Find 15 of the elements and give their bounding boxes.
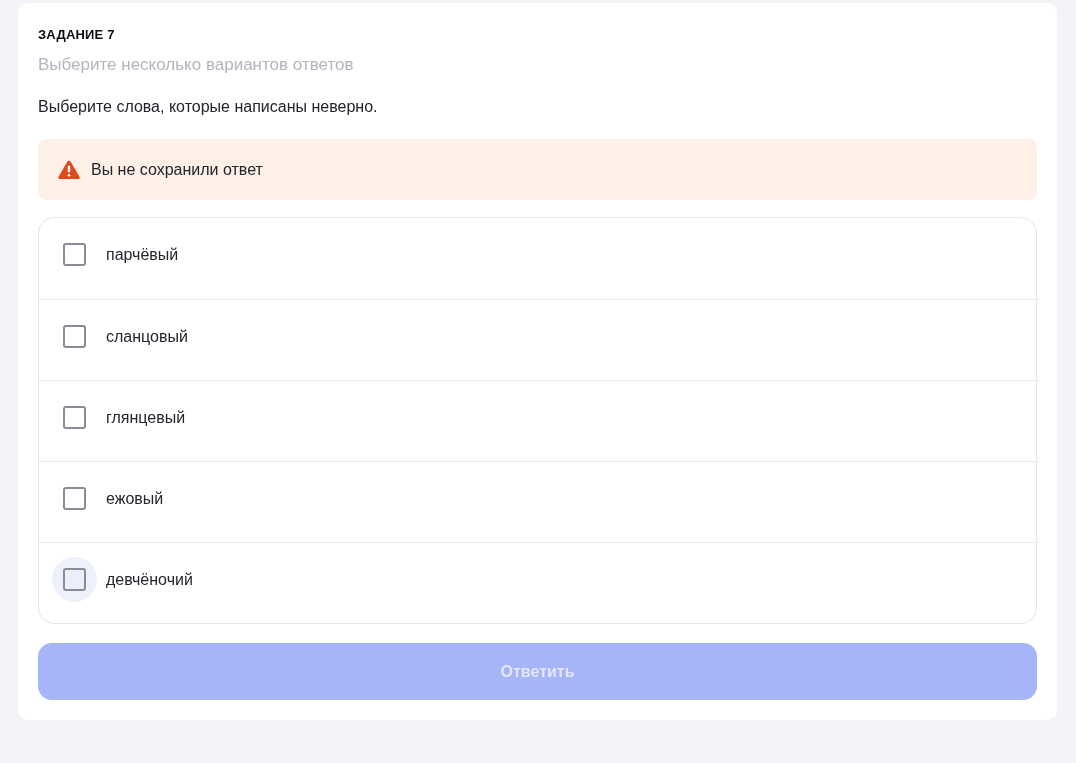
warning-icon: [58, 160, 80, 179]
checkbox[interactable]: [63, 568, 86, 591]
checkbox[interactable]: [63, 325, 86, 348]
warning-text: Вы не сохранили ответ: [91, 160, 263, 179]
task-hint: Выберите несколько вариантов ответов: [38, 54, 355, 76]
checkbox[interactable]: [63, 406, 86, 429]
option-label[interactable]: ежовый: [106, 487, 164, 510]
option-label[interactable]: девчёночий: [106, 568, 193, 591]
question-text: Выберите слова, которые написаны неверно.: [38, 97, 379, 117]
option-label[interactable]: сланцовый: [106, 325, 188, 348]
option-label[interactable]: глянцевый: [106, 406, 186, 429]
checkbox[interactable]: [63, 487, 86, 510]
checkbox[interactable]: [63, 243, 86, 266]
task-number: ЗАДАНИЕ 7: [38, 27, 116, 43]
option-label[interactable]: парчёвый: [106, 243, 179, 266]
